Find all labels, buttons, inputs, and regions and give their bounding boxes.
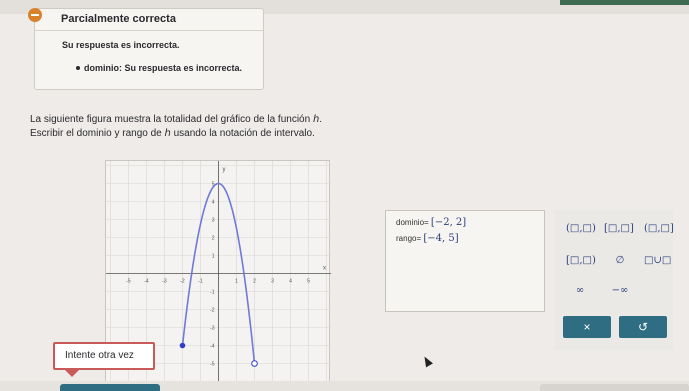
x-tick-label: -1 (198, 279, 203, 285)
domain-row[interactable]: dominio= [−2, 2] (396, 217, 466, 228)
x-tick-label: 3 (271, 279, 274, 285)
open-open-interval-button[interactable]: (□,□) (563, 220, 599, 238)
question-line-2: Escribir el dominio y rango de ℎ usando … (30, 128, 315, 139)
closed-open-interval-button[interactable]: [□,□) (563, 252, 599, 270)
x-axis-label: x (323, 266, 326, 272)
feedback-status: Parcialmente correcta (61, 13, 176, 25)
question-line-1: La siguiente figura muestra la totalidad… (30, 114, 323, 125)
x-tick-label: -3 (162, 279, 167, 285)
empty-set-button[interactable]: ∅ (605, 252, 635, 270)
x-tick-label: 5 (307, 279, 310, 285)
x-tick-label: 2 (253, 279, 256, 285)
bottom-action-button[interactable] (60, 384, 160, 391)
left-endpoint (179, 342, 186, 349)
graph-ticks: -5 -4 -3 -2 -1 1 2 3 4 554321-1-2-3-4-5xy (126, 167, 326, 368)
x-tick-label: -4 (144, 279, 149, 285)
right-endpoint (251, 360, 258, 367)
y-tick-label: -2 (210, 308, 215, 314)
feedback-detail: dominio: Su respuesta es incorrecta. (75, 63, 243, 73)
x-tick-label: -5 (126, 279, 131, 285)
feedback-message: Su respuesta es incorrecta. (62, 40, 180, 50)
answer-panel[interactable]: dominio= [−2, 2] rango= [−4, 5] (385, 210, 545, 312)
range-value[interactable]: [−4, 5] (423, 233, 458, 244)
y-tick-label: -1 (210, 290, 215, 296)
range-row[interactable]: rango= [−4, 5] (396, 233, 459, 244)
negative-infinity-button[interactable]: −∞ (605, 282, 635, 300)
bottom-secondary-button[interactable] (540, 384, 689, 391)
domain-value[interactable]: [−2, 2] (431, 217, 466, 228)
x-tick-label: -2 (180, 279, 185, 285)
try-again-tooltip: Intente otra vez (53, 342, 155, 377)
mouse-cursor-icon (421, 354, 433, 368)
open-closed-interval-button[interactable]: (□,□] (641, 220, 677, 238)
x-tick-label: 4 (289, 279, 292, 285)
y-tick-label: -3 (210, 326, 215, 332)
y-tick-label: -5 (210, 362, 215, 368)
closed-closed-interval-button[interactable]: [□,□] (601, 220, 637, 238)
y-tick-label: 2 (212, 236, 215, 242)
domain-label: dominio (396, 218, 425, 227)
infinity-button[interactable]: ∞ (565, 282, 595, 300)
feedback-detail-box (34, 30, 264, 90)
y-tick-label: -4 (210, 344, 215, 350)
y-tick-label: 1 (212, 254, 215, 260)
partial-status-icon (28, 8, 42, 22)
x-tick-label: 1 (235, 279, 238, 285)
y-axis-label: y (223, 167, 226, 173)
range-label: rango (396, 234, 417, 243)
question-text: La siguiente figura muestra la totalidad… (30, 113, 490, 141)
top-accent (560, 0, 689, 5)
union-button[interactable]: □∪□ (641, 252, 674, 270)
y-tick-label: 3 (212, 218, 215, 224)
y-tick-label: 4 (212, 200, 215, 206)
clear-button[interactable]: × (563, 316, 611, 338)
undo-button[interactable]: ↺ (619, 316, 667, 338)
